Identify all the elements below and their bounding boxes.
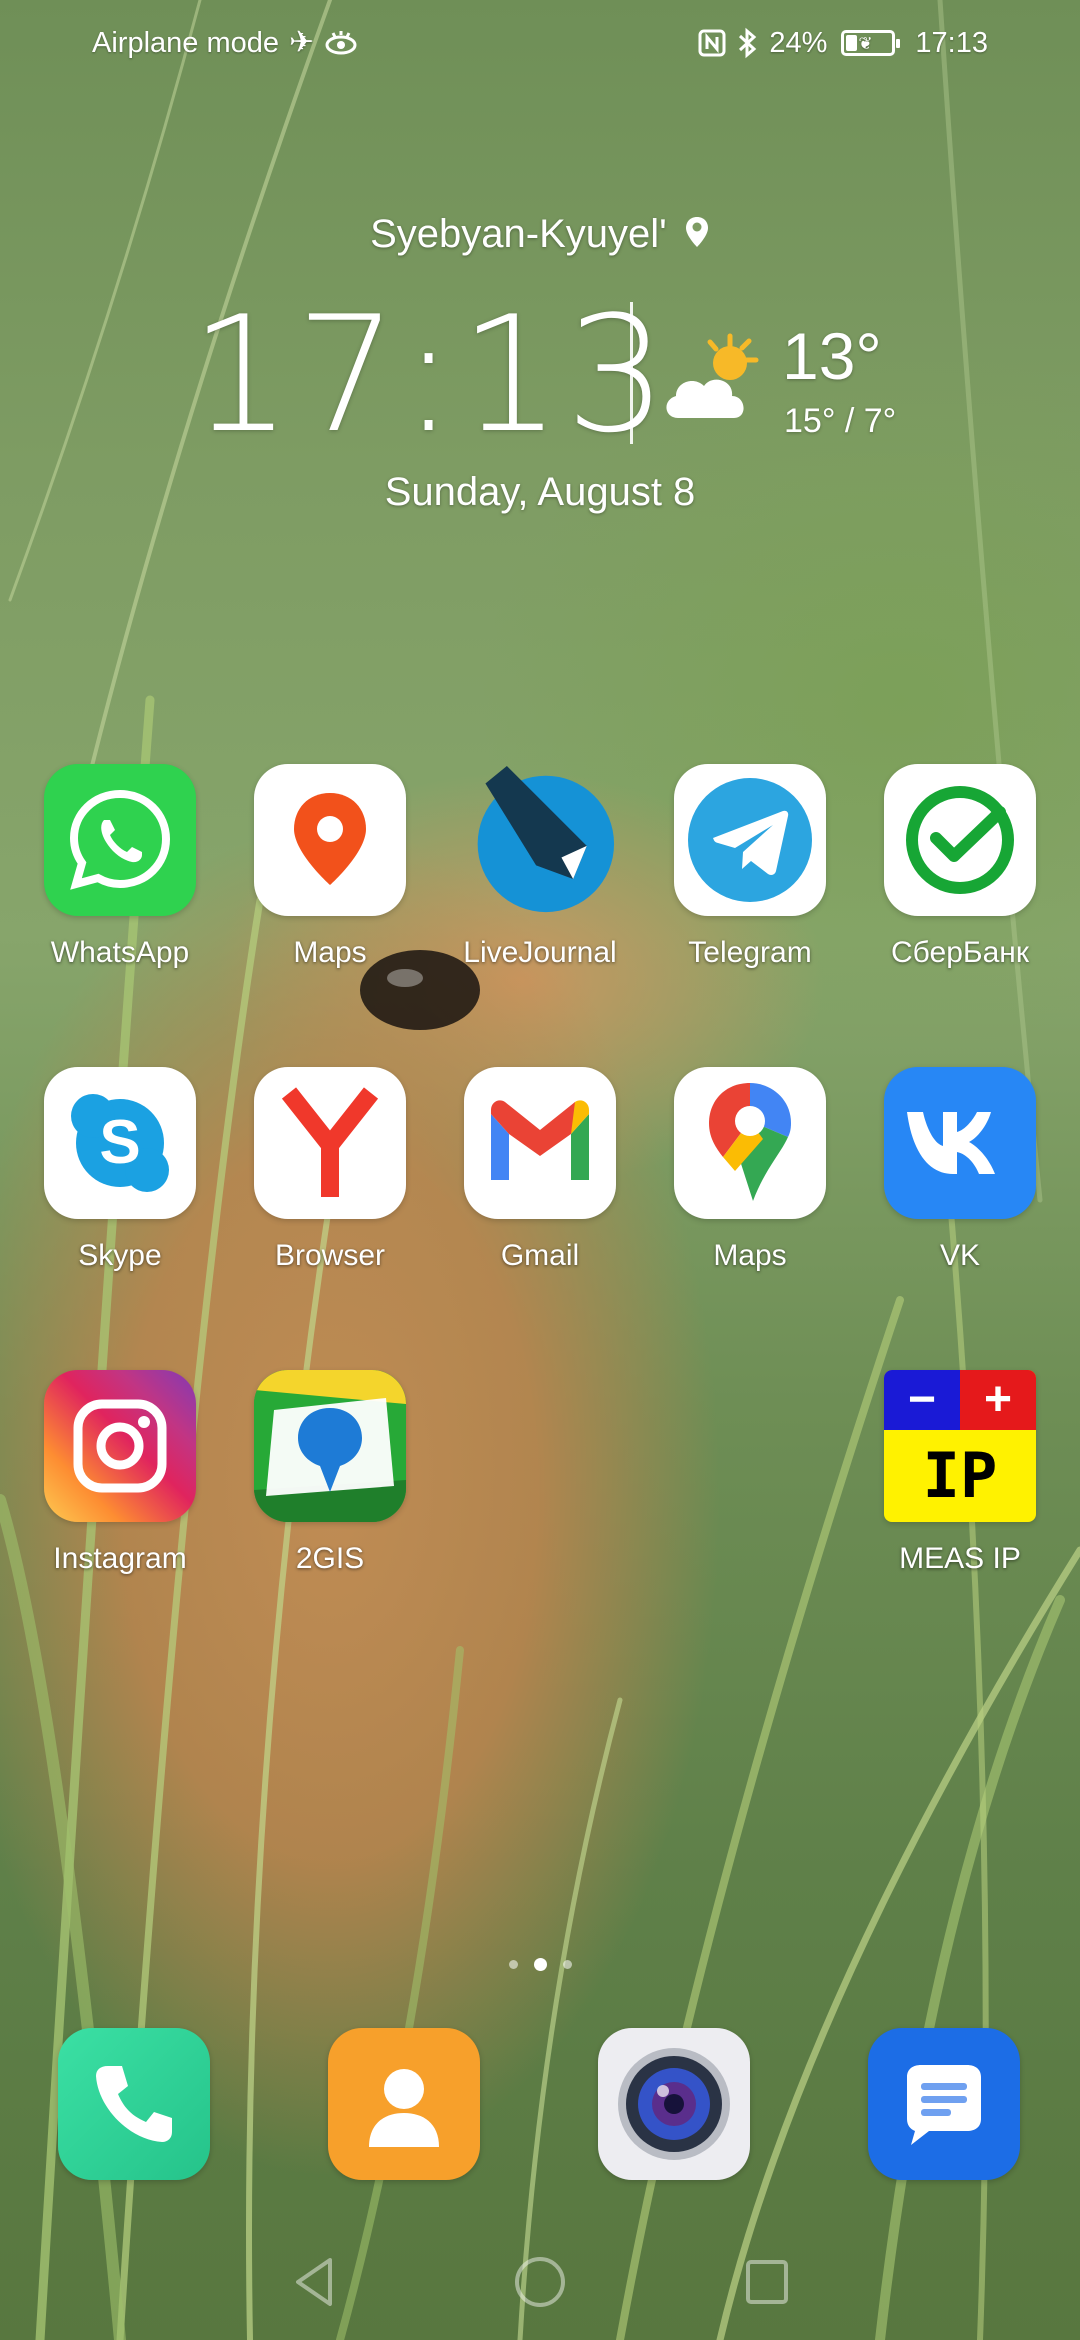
app-gmail[interactable]: Gmail: [440, 1067, 640, 1273]
app-label: Telegram: [688, 936, 812, 969]
current-temperature: 13°: [782, 319, 882, 393]
whatsapp-icon: [44, 764, 196, 916]
widget-divider: [630, 302, 633, 444]
app-label: Maps: [293, 936, 367, 969]
app-google-maps[interactable]: Maps: [650, 1067, 850, 1273]
page-dot[interactable]: [508, 1960, 518, 1969]
ip-text: IP: [922, 1439, 998, 1512]
app-label: Gmail: [500, 1239, 580, 1272]
location-pin-icon: [685, 217, 708, 247]
contacts-icon: [369, 2069, 439, 2147]
status-left: Airplane mode ✈: [92, 27, 358, 60]
phone-icon: [96, 2066, 172, 2142]
navigation-bar: [0, 2240, 1080, 2320]
home-screen: Airplane mode ✈ 24% ❦ 17:13 Syebyan-Kyuy…: [0, 0, 1080, 2340]
app-vk[interactable]: VK: [860, 1067, 1060, 1273]
nfc-icon: [698, 29, 726, 57]
dock-phone[interactable]: [58, 2028, 210, 2180]
app-label: СберБанк: [891, 936, 1029, 969]
app-instagram[interactable]: Instagram: [20, 1370, 220, 1576]
clock-widget[interactable]: 17:13: [190, 290, 667, 460]
app-label: Skype: [78, 1239, 162, 1272]
gmail-icon: [464, 1067, 616, 1219]
app-label: 2GIS: [295, 1542, 365, 1575]
eye-comfort-icon: [325, 31, 357, 55]
maps-pin-icon: [254, 764, 406, 916]
app-label: VK: [939, 1239, 981, 1272]
app-label: Instagram: [53, 1542, 187, 1575]
skype-icon: S: [44, 1067, 196, 1219]
livejournal-icon: [464, 764, 616, 916]
date-label: Sunday, August 8: [384, 470, 696, 514]
app-label: LiveJournal: [463, 936, 617, 969]
app-label: WhatsApp: [50, 936, 190, 969]
dock-camera[interactable]: [598, 2028, 750, 2180]
back-icon[interactable]: [290, 2254, 340, 2310]
app-whatsapp[interactable]: WhatsApp: [20, 764, 220, 970]
messages-icon: [907, 2065, 981, 2145]
power-saving-leaf-icon: ❦: [858, 34, 873, 53]
app-label: Browser: [274, 1239, 386, 1272]
vk-icon: [884, 1067, 1036, 1219]
app-livejournal[interactable]: LiveJournal: [440, 764, 640, 970]
status-time: 17:13: [915, 26, 988, 59]
google-maps-icon: [674, 1067, 826, 1219]
app-2gis[interactable]: 2GIS: [230, 1370, 430, 1576]
sberbank-icon: [884, 764, 1036, 916]
partly-cloudy-icon[interactable]: [660, 330, 770, 430]
battery-icon: ❦: [841, 30, 901, 56]
app-meas-ip[interactable]: − + IP MEAS IP: [860, 1370, 1060, 1576]
plus-sign: +: [960, 1370, 1036, 1430]
dock-contacts[interactable]: [328, 2028, 480, 2180]
instagram-icon: [44, 1370, 196, 1522]
bluetooth-icon: [739, 27, 757, 59]
telegram-icon: [674, 764, 826, 916]
dock-messages[interactable]: [868, 2028, 1020, 2180]
location-name: Syebyan-Kyuyel': [370, 212, 667, 256]
app-browser[interactable]: Browser: [230, 1067, 430, 1273]
meas-ip-icon: − + IP: [884, 1370, 1036, 1522]
camera-icon: [618, 2048, 730, 2160]
app-maps[interactable]: Maps: [230, 764, 430, 970]
page-dot-active[interactable]: [533, 1958, 547, 1971]
battery-percent: 24%: [769, 26, 828, 59]
app-telegram[interactable]: Telegram: [650, 764, 850, 970]
page-indicator[interactable]: [0, 1958, 1080, 1971]
status-right: 24% ❦ 17:13: [697, 27, 988, 60]
yandex-browser-icon: [254, 1067, 406, 1219]
app-label: MEAS IP: [899, 1542, 1021, 1575]
page-dot[interactable]: [562, 1960, 572, 1969]
app-label: Maps: [713, 1239, 787, 1272]
minus-sign: −: [884, 1370, 960, 1430]
battery-level: [846, 35, 857, 51]
weather-location[interactable]: Syebyan-Kyuyel': [0, 212, 1080, 257]
airplane-mode-label: Airplane mode: [92, 26, 279, 59]
app-skype[interactable]: S Skype: [20, 1067, 220, 1273]
meas-ip-top: − +: [884, 1370, 1036, 1430]
airplane-icon: ✈: [289, 26, 315, 59]
app-sberbank[interactable]: СберБанк: [860, 764, 1060, 970]
recents-icon[interactable]: [742, 2254, 792, 2310]
temperature-range: 15° / 7°: [784, 402, 897, 440]
2gis-icon: [254, 1370, 406, 1522]
status-bar: Airplane mode ✈ 24% ❦ 17:13: [0, 0, 1080, 86]
svg-text:S: S: [99, 1108, 140, 1177]
home-icon[interactable]: [512, 2254, 568, 2310]
